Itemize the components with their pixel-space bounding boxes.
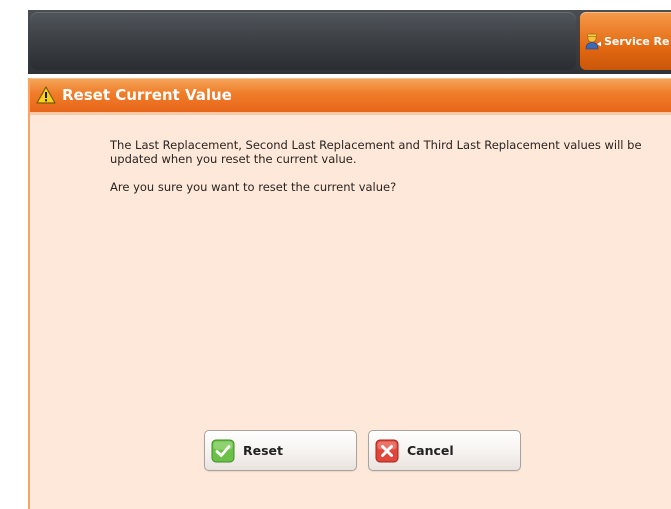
dialog-message: The Last Replacement, Second Last Replac…	[110, 138, 650, 208]
cancel-label: Cancel	[407, 443, 454, 458]
reset-current-value-dialog: Reset Current Value The Last Replacement…	[28, 78, 671, 509]
dialog-header: Reset Current Value	[30, 78, 671, 115]
reset-label: Reset	[243, 443, 283, 458]
service-rep-icon	[585, 33, 601, 50]
status-area	[30, 12, 576, 70]
message-line-2: Are you sure you want to reset the curre…	[110, 180, 397, 194]
cancel-button[interactable]: Cancel	[368, 430, 521, 471]
top-status-bar: Service Re	[28, 10, 671, 74]
header-divider	[30, 112, 671, 115]
service-rep-label: Service Re	[604, 34, 670, 48]
check-icon	[211, 439, 235, 462]
x-icon	[375, 439, 399, 462]
reset-button[interactable]: Reset	[204, 430, 357, 471]
message-line-1: The Last Replacement, Second Last Replac…	[110, 138, 642, 166]
dialog-title: Reset Current Value	[62, 86, 232, 104]
service-rep-button[interactable]: Service Re	[580, 12, 671, 70]
warning-icon	[36, 86, 56, 104]
screen: Service Re Reset Current Value The Last …	[0, 0, 671, 509]
